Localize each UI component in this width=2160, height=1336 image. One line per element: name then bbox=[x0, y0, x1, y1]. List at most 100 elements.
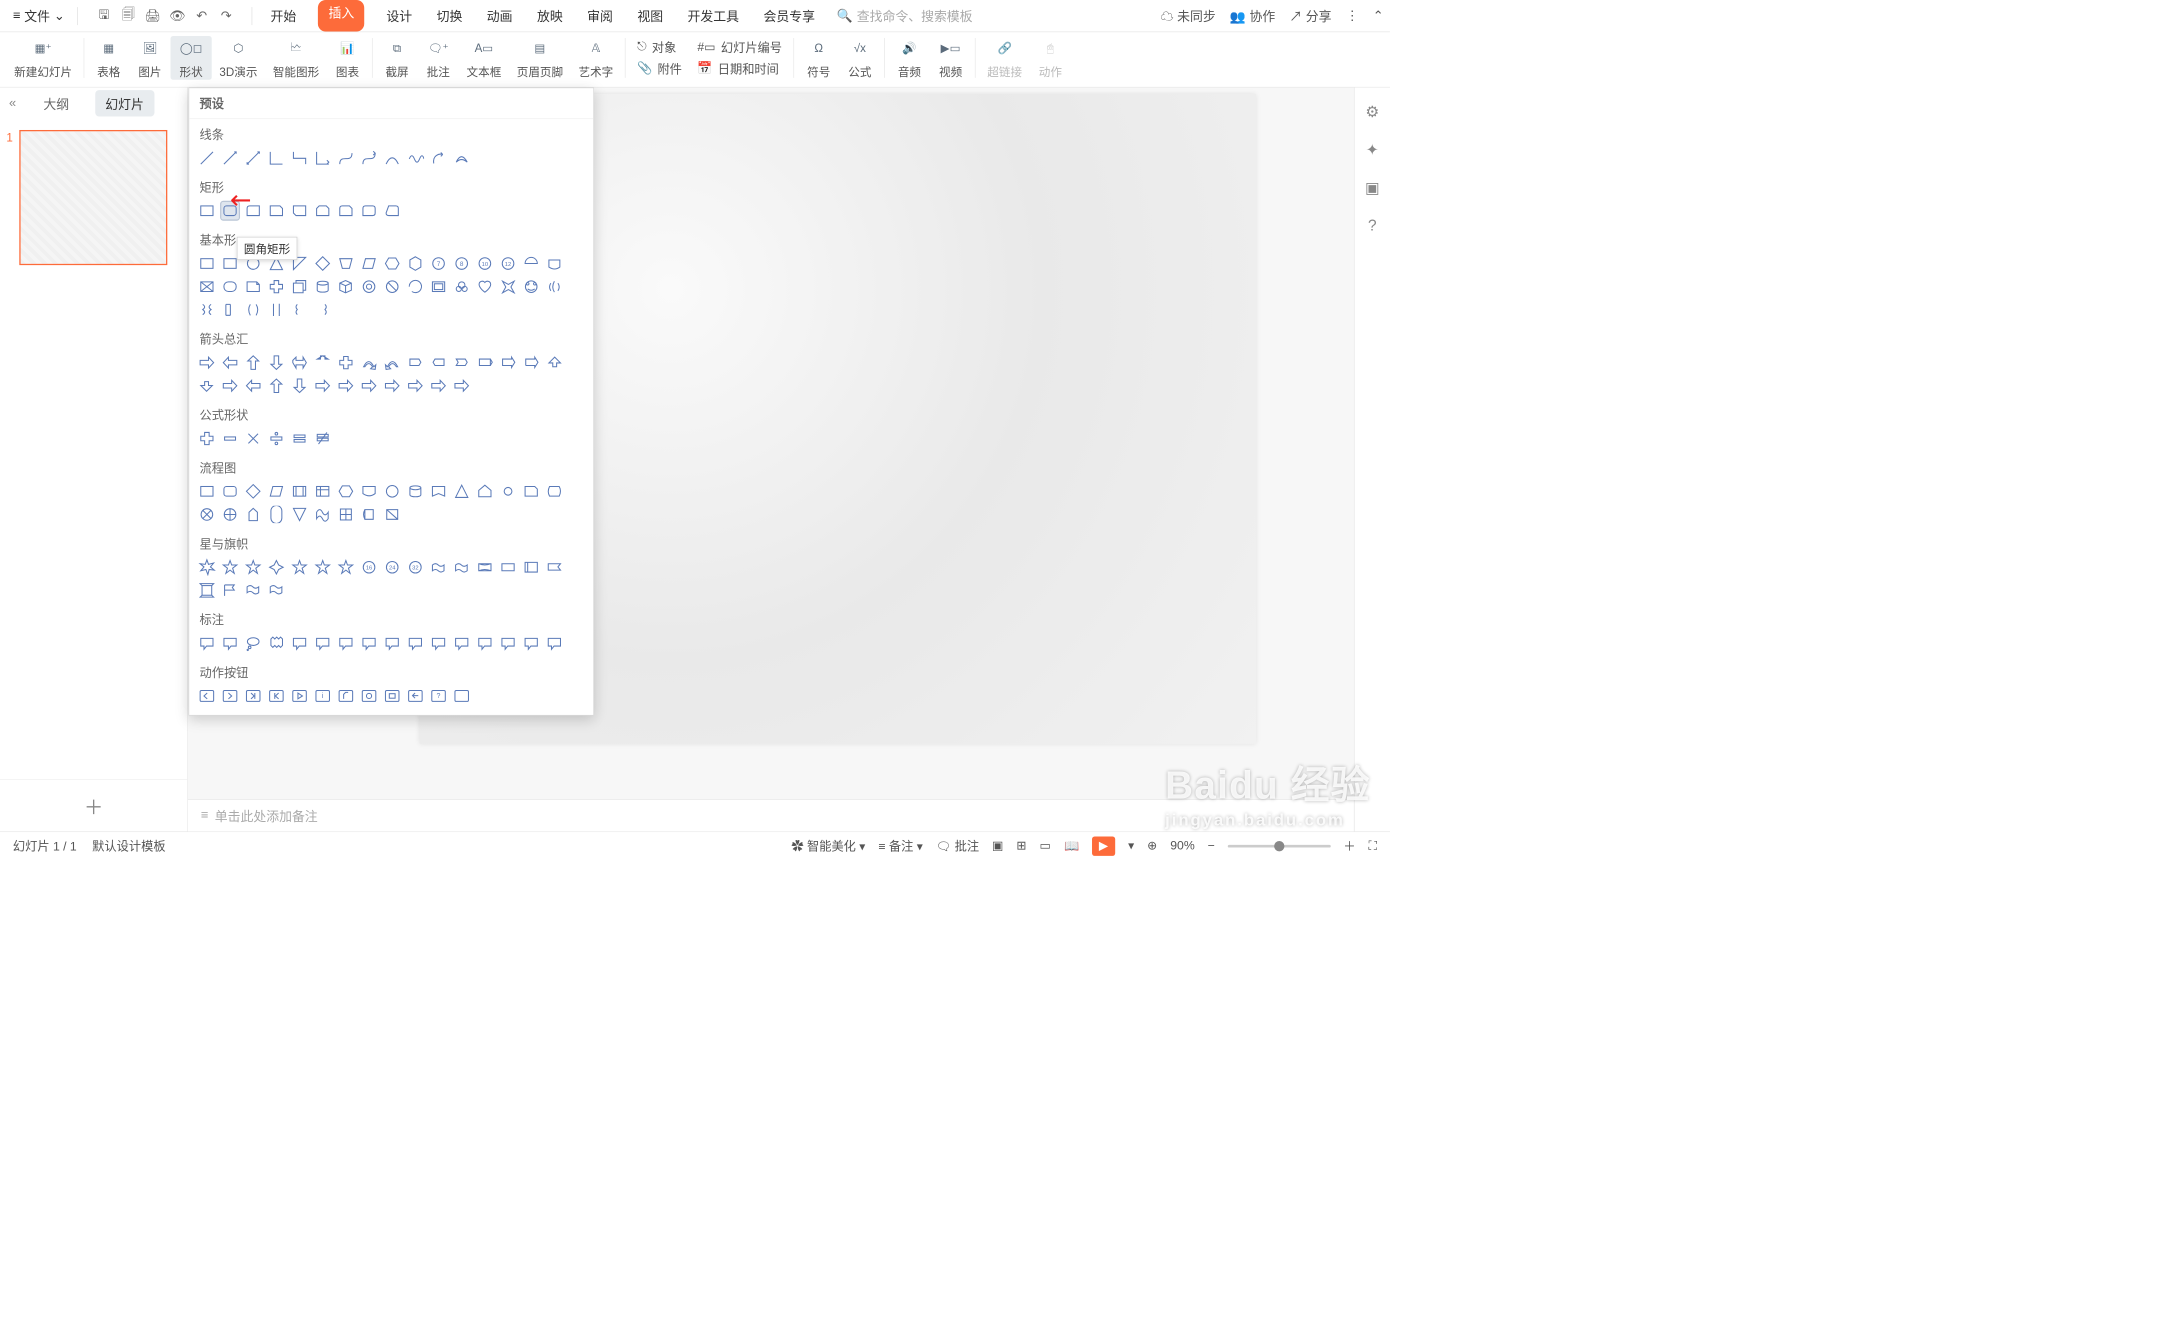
shape-option[interactable] bbox=[407, 377, 424, 394]
wordart-button[interactable]: 𝔸艺术字 bbox=[571, 36, 621, 80]
shape-option[interactable] bbox=[221, 301, 238, 318]
shape-option[interactable] bbox=[546, 354, 563, 371]
tab-animation[interactable]: 动画 bbox=[484, 0, 515, 32]
shape-option[interactable]: 7 bbox=[430, 255, 447, 272]
shape-option[interactable] bbox=[314, 430, 331, 447]
shape-option[interactable] bbox=[546, 278, 563, 295]
shape-option[interactable] bbox=[198, 354, 215, 371]
zoom-value[interactable]: 90% bbox=[1170, 839, 1194, 853]
shape-option[interactable]: 16 bbox=[360, 559, 377, 576]
shape-option[interactable] bbox=[268, 582, 285, 599]
shape-option[interactable] bbox=[430, 483, 447, 500]
shape-option[interactable] bbox=[499, 483, 516, 500]
print-icon[interactable]: 🖨 bbox=[145, 8, 160, 23]
zoom-out-icon[interactable]: − bbox=[1208, 839, 1215, 853]
shape-option[interactable] bbox=[453, 483, 470, 500]
shape-option[interactable] bbox=[476, 559, 493, 576]
shape-option[interactable] bbox=[337, 687, 354, 704]
shape-option[interactable] bbox=[314, 278, 331, 295]
shape-option[interactable] bbox=[291, 301, 308, 318]
shape-option[interactable]: ? bbox=[430, 687, 447, 704]
fit-screen-icon[interactable]: ⛶ bbox=[1369, 839, 1378, 853]
shape-option[interactable] bbox=[384, 255, 401, 272]
shape-option[interactable] bbox=[384, 687, 401, 704]
shape-option[interactable] bbox=[314, 559, 331, 576]
shape-option[interactable] bbox=[245, 377, 262, 394]
shape-option[interactable] bbox=[221, 634, 238, 651]
zoom-knob[interactable] bbox=[1274, 841, 1284, 851]
3d-button[interactable]: ⬡3D演示 bbox=[212, 36, 265, 80]
shape-option[interactable] bbox=[314, 377, 331, 394]
shape-option[interactable] bbox=[499, 634, 516, 651]
more-icon[interactable]: ⋮ bbox=[1346, 8, 1359, 24]
shape-option[interactable] bbox=[523, 255, 540, 272]
shape-option[interactable] bbox=[337, 559, 354, 576]
shape-option[interactable] bbox=[337, 377, 354, 394]
shape-option[interactable] bbox=[221, 582, 238, 599]
shape-option[interactable] bbox=[384, 278, 401, 295]
shape-option[interactable] bbox=[198, 430, 215, 447]
shape-option[interactable] bbox=[407, 149, 424, 166]
shape-option[interactable] bbox=[384, 354, 401, 371]
datetime-button[interactable]: 📅日期和时间 bbox=[697, 60, 782, 77]
shape-option[interactable]: i bbox=[314, 687, 331, 704]
shape-option[interactable] bbox=[198, 559, 215, 576]
object-button[interactable]: ⎋对象 bbox=[637, 38, 682, 55]
shape-option[interactable] bbox=[407, 483, 424, 500]
tab-view[interactable]: 视图 bbox=[635, 0, 666, 32]
shape-option[interactable] bbox=[268, 634, 285, 651]
shape-option[interactable] bbox=[198, 634, 215, 651]
tab-design[interactable]: 设计 bbox=[384, 0, 415, 32]
shape-option[interactable] bbox=[499, 559, 516, 576]
shape-option[interactable] bbox=[453, 278, 470, 295]
collapse-ribbon-icon[interactable]: ⌃ bbox=[1373, 8, 1384, 24]
shape-option[interactable] bbox=[268, 483, 285, 500]
shape-option[interactable] bbox=[291, 559, 308, 576]
shape-option[interactable] bbox=[221, 483, 238, 500]
shape-option[interactable]: 8 bbox=[453, 255, 470, 272]
shape-option[interactable] bbox=[337, 278, 354, 295]
sparkle-icon[interactable]: ✦ bbox=[1366, 141, 1379, 160]
shape-option[interactable] bbox=[476, 483, 493, 500]
shape-option[interactable] bbox=[337, 202, 354, 219]
redo-icon[interactable]: ↷ bbox=[218, 8, 233, 23]
shape-option[interactable] bbox=[198, 483, 215, 500]
shape-option[interactable] bbox=[360, 202, 377, 219]
shape-option[interactable] bbox=[291, 354, 308, 371]
shape-option[interactable] bbox=[314, 506, 331, 523]
headerfooter-button[interactable]: ▤页眉页脚 bbox=[509, 36, 571, 80]
shape-option[interactable] bbox=[384, 634, 401, 651]
slides-tab[interactable]: 幻灯片 bbox=[95, 90, 154, 116]
shape-option[interactable] bbox=[221, 559, 238, 576]
shape-option[interactable] bbox=[314, 354, 331, 371]
shape-option[interactable] bbox=[314, 149, 331, 166]
shape-option[interactable] bbox=[360, 354, 377, 371]
shape-option[interactable] bbox=[221, 278, 238, 295]
zoom-slider[interactable] bbox=[1228, 845, 1331, 848]
textbox-button[interactable]: A▭文本框 bbox=[459, 36, 509, 80]
shape-option[interactable] bbox=[314, 634, 331, 651]
shape-option[interactable] bbox=[430, 559, 447, 576]
shape-option[interactable] bbox=[291, 687, 308, 704]
shape-option[interactable] bbox=[476, 354, 493, 371]
shape-option[interactable] bbox=[245, 278, 262, 295]
collapse-panel-icon[interactable]: « bbox=[9, 96, 16, 111]
view-reading-icon[interactable]: ▭ bbox=[1040, 838, 1052, 853]
shape-option[interactable] bbox=[523, 483, 540, 500]
shape-option[interactable] bbox=[221, 377, 238, 394]
slide-number-button[interactable]: #▭幻灯片编号 bbox=[697, 38, 782, 55]
shape-option[interactable] bbox=[291, 202, 308, 219]
shape-option[interactable] bbox=[384, 377, 401, 394]
shape-option[interactable]: 32 bbox=[407, 559, 424, 576]
shape-option[interactable] bbox=[198, 377, 215, 394]
shape-option[interactable] bbox=[384, 483, 401, 500]
shape-option[interactable] bbox=[523, 278, 540, 295]
shape-option[interactable] bbox=[291, 483, 308, 500]
shape-option[interactable] bbox=[546, 634, 563, 651]
shape-option[interactable] bbox=[245, 430, 262, 447]
command-search[interactable]: 🔍 查找命令、搜索模板 bbox=[837, 6, 973, 25]
shape-option[interactable] bbox=[268, 559, 285, 576]
shape-option[interactable] bbox=[245, 687, 262, 704]
save-icon[interactable]: 🖫 bbox=[96, 8, 111, 23]
shape-option[interactable] bbox=[407, 278, 424, 295]
